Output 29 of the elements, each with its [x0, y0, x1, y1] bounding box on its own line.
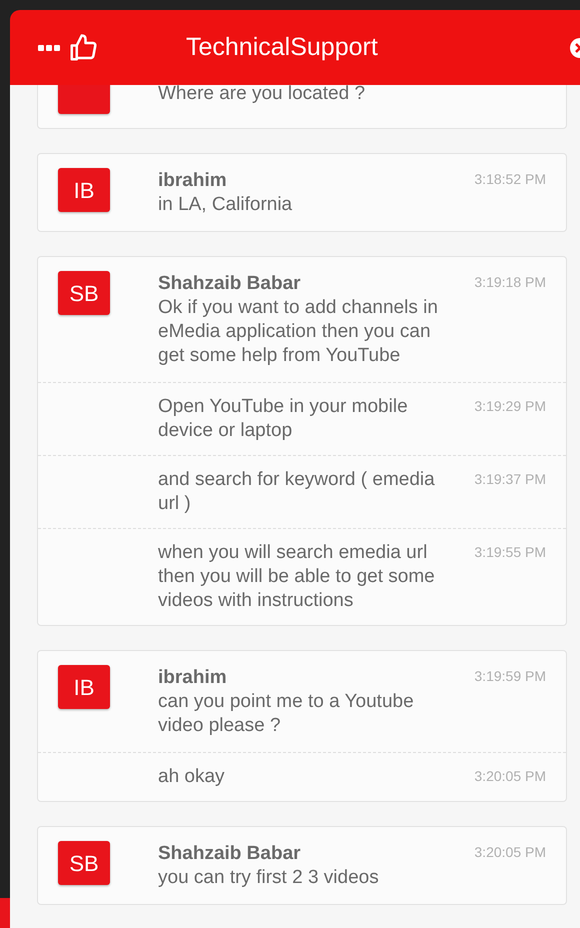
avatar: IB [58, 665, 110, 709]
message-time: 3:19:18 PM [474, 273, 546, 292]
sender-name: Shahzaib Babar [158, 842, 302, 866]
sender-name: ibrahim [158, 666, 228, 690]
message-time: 3:20:05 PM [474, 767, 546, 786]
message-text: Where are you located ? [158, 85, 366, 106]
message-time: 3:19:55 PM [474, 543, 546, 562]
edge-strip [0, 898, 10, 928]
message-text: and search for keyword ( emedia url ) [158, 468, 436, 516]
message-text: Ok if you want to add channels in eMedia application then you can get some help from YouTube [158, 296, 439, 368]
message-time: 3:20:05 PM [474, 843, 546, 862]
sender-name: ibrahim [158, 169, 228, 193]
message-time: 3:19:59 PM [474, 667, 546, 686]
message-time: 3:18:52 PM [474, 170, 546, 189]
thumbs-up-icon[interactable] [68, 32, 98, 62]
message-time: 3:19:29 PM [474, 397, 546, 416]
message-text: can you point me to a Youtube video please ? [158, 690, 415, 738]
sender-name: Shahzaib Babar [158, 272, 302, 296]
message-text: you can try first 2 3 videos [158, 866, 380, 890]
message-text: Open YouTube in your mobile device or laptop [158, 395, 409, 443]
avatar: SB [58, 841, 110, 885]
avatar: SB [58, 271, 110, 315]
avatar: IB [58, 168, 110, 212]
window-title: TechnicalSupport [186, 32, 378, 63]
message-text: in LA, California [158, 193, 294, 217]
message-text: ah okay [158, 765, 226, 789]
message-text: when you will search emedia url then you will be able to get some videos with instructions [158, 541, 436, 613]
message-time: 3:19:37 PM [474, 470, 546, 489]
more-icon[interactable] [38, 44, 60, 50]
